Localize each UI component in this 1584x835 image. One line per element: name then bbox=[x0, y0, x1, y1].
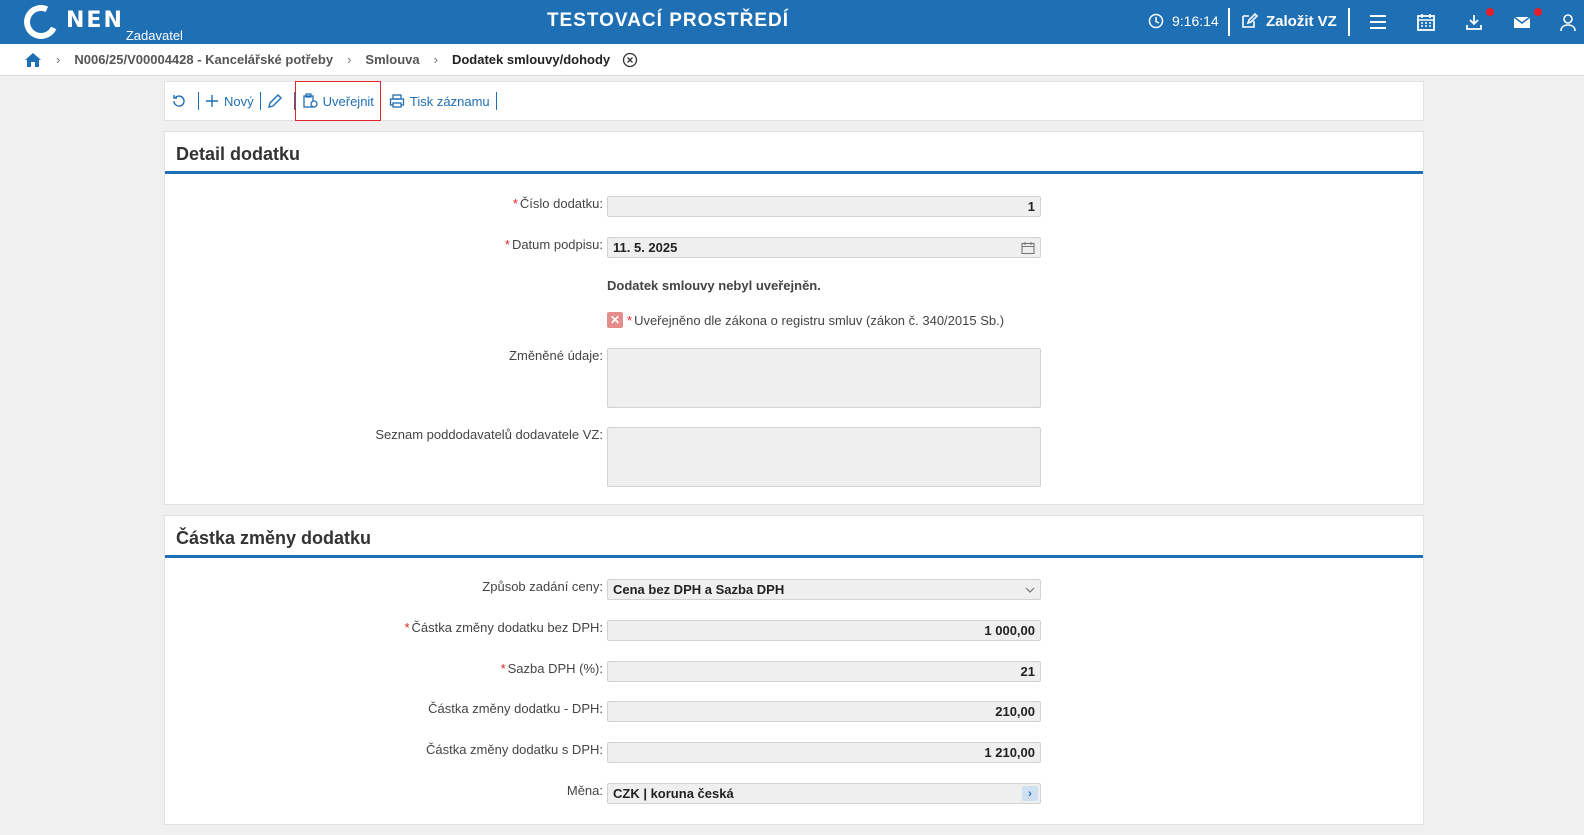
bez-dph-label: * Částka změny dodatku bez DPH: bbox=[404, 620, 603, 635]
publish-button-label: Uveřejnit bbox=[322, 93, 374, 109]
printer-icon bbox=[389, 94, 405, 108]
zmenene-label: Změněné údaje: bbox=[509, 348, 603, 363]
calendar-icon[interactable] bbox=[1416, 12, 1436, 32]
mail-notification-dot bbox=[1534, 8, 1542, 16]
calendar-icon[interactable] bbox=[1021, 241, 1035, 255]
print-button[interactable]: Tisk záznamu bbox=[383, 82, 496, 120]
chevron-right-icon: › bbox=[347, 52, 352, 67]
dph-label: Částka změny dodatku - DPH: bbox=[428, 701, 603, 716]
chevron-right-icon[interactable]: › bbox=[1022, 786, 1038, 801]
plus-icon bbox=[206, 95, 218, 107]
datum-label: * Datum podpisu: bbox=[504, 237, 603, 252]
chevron-down-icon bbox=[1025, 587, 1035, 593]
user-icon[interactable] bbox=[1558, 12, 1578, 32]
download-notification-dot bbox=[1486, 8, 1494, 16]
datum-value: 11. 5. 2025 bbox=[613, 240, 678, 255]
amount-panel-title: Částka změny dodatku bbox=[165, 516, 1423, 558]
clock-icon bbox=[1148, 13, 1164, 29]
zpusob-value: Cena bez DPH a Sazba DPH bbox=[613, 582, 785, 597]
clock-time: 9:16:14 bbox=[1172, 13, 1219, 29]
unchecked-x-icon[interactable]: ✕ bbox=[607, 312, 623, 328]
s-dph-label: Částka změny dodatku s DPH: bbox=[425, 742, 603, 757]
publish-button[interactable]: Uveřejnit bbox=[294, 81, 381, 121]
new-vz-label: Založit VZ bbox=[1266, 12, 1337, 30]
environment-title: TESTOVACÍ PROSTŘEDÍ bbox=[546, 10, 790, 31]
detail-panel: Detail dodatku * Číslo dodatku: 1 * Datum … bbox=[164, 131, 1424, 505]
menu-icon[interactable] bbox=[1368, 12, 1388, 32]
breadcrumb: › N006/25/V00004428 - Kancelářské potřeb… bbox=[0, 44, 1584, 76]
top-bar: NEN Zadavatel TESTOVACÍ PROSTŘEDÍ 9:16:1… bbox=[0, 0, 1584, 44]
zpusob-label: Způsob zadání ceny: bbox=[482, 579, 603, 594]
breadcrumb-current: Dodatek smlouvy/dohody bbox=[451, 52, 611, 67]
cislo-field[interactable]: 1 bbox=[607, 196, 1041, 217]
zpusob-select[interactable]: Cena bez DPH a Sazba DPH bbox=[607, 579, 1041, 600]
mena-field[interactable]: CZK | koruna česká › bbox=[607, 783, 1041, 804]
mena-value: CZK | koruna česká bbox=[613, 786, 734, 801]
close-icon[interactable] bbox=[622, 52, 638, 68]
dph-field: 210,00 bbox=[607, 701, 1041, 722]
s-dph-field: 1 210,00 bbox=[607, 742, 1041, 763]
print-button-label: Tisk záznamu bbox=[409, 93, 490, 109]
session-clock: 9:16:14 bbox=[1148, 13, 1219, 29]
new-button-label: Nový bbox=[224, 93, 254, 109]
edit-button[interactable] bbox=[261, 82, 294, 120]
mail-icon[interactable] bbox=[1512, 12, 1532, 32]
download-icon[interactable] bbox=[1464, 12, 1484, 32]
required-marker: * bbox=[627, 312, 633, 328]
header-divider bbox=[1348, 8, 1350, 36]
edit-icon bbox=[1242, 12, 1258, 28]
breadcrumb-item-smlouva[interactable]: Smlouva bbox=[365, 52, 419, 67]
pencil-icon bbox=[267, 94, 282, 108]
published-check-label: Uveřejněno dle zákona o registru smluv (… bbox=[634, 312, 1005, 328]
new-button[interactable]: Nový bbox=[199, 82, 260, 120]
detail-panel-title: Detail dodatku bbox=[165, 132, 1423, 174]
amount-panel: Částka změny dodatku Způsob zadání ceny:… bbox=[164, 515, 1424, 825]
publish-icon bbox=[302, 93, 318, 108]
toolbar-divider bbox=[495, 92, 497, 110]
seznam-label: Seznam poddodavatelů dodavatele VZ: bbox=[375, 427, 603, 442]
action-toolbar: Nový Uveřejnit Tisk záznamu bbox=[164, 81, 1424, 121]
sazba-field[interactable]: 21 bbox=[607, 661, 1041, 682]
datum-field[interactable]: 11. 5. 2025 bbox=[607, 237, 1041, 258]
seznam-textarea[interactable] bbox=[607, 427, 1041, 487]
new-vz-button[interactable]: Založit VZ bbox=[1240, 12, 1337, 30]
refresh-icon bbox=[173, 95, 185, 107]
header-divider bbox=[1228, 8, 1230, 36]
breadcrumb-item-zakazka[interactable]: N006/25/V00004428 - Kancelářské potřeby bbox=[74, 52, 333, 67]
chevron-right-icon: › bbox=[56, 52, 61, 67]
sazba-label: * Sazba DPH (%): bbox=[500, 661, 603, 676]
bez-dph-field[interactable]: 1 000,00 bbox=[607, 620, 1041, 641]
chevron-right-icon: › bbox=[433, 52, 438, 67]
zmenene-textarea[interactable] bbox=[607, 348, 1041, 408]
refresh-button[interactable] bbox=[165, 82, 198, 120]
mena-label: Měna: bbox=[566, 783, 603, 798]
home-icon[interactable] bbox=[24, 51, 42, 69]
published-check-row: ✕ * Uveřejněno dle zákona o registru sml… bbox=[607, 312, 1004, 328]
cislo-label: * Číslo dodatku: bbox=[512, 196, 603, 211]
status-note: Dodatek smlouvy nebyl uveřejněn. bbox=[607, 278, 821, 293]
